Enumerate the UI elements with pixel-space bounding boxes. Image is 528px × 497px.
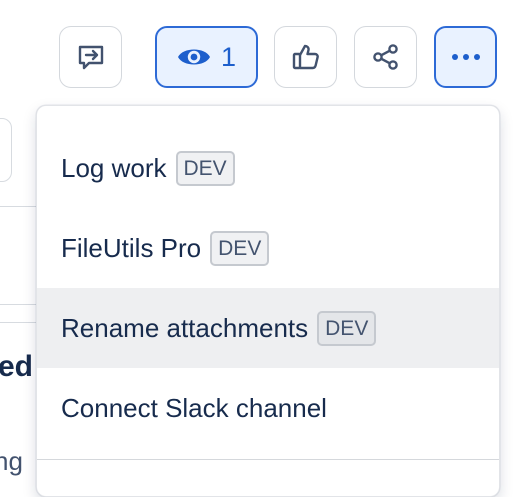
background-panel-edge bbox=[0, 118, 12, 182]
menu-item-label: Log work bbox=[61, 153, 167, 183]
watchers-button[interactable]: 1 bbox=[155, 26, 258, 88]
menu-item-connect-slack-channel[interactable]: Connect Slack channel bbox=[37, 368, 499, 448]
menu-item-fileutils-pro[interactable]: FileUtils Pro DEV bbox=[37, 208, 499, 288]
give-feedback-button[interactable] bbox=[59, 26, 122, 88]
dev-badge: DEV bbox=[210, 230, 270, 266]
thumbs-up-icon bbox=[290, 41, 322, 73]
eye-icon bbox=[177, 45, 211, 69]
more-actions-button[interactable] bbox=[434, 26, 497, 88]
feedback-icon bbox=[76, 42, 106, 72]
menu-divider bbox=[37, 459, 499, 460]
menu-item-label: Connect Slack channel bbox=[61, 393, 327, 423]
dev-badge: DEV bbox=[317, 310, 377, 346]
dev-badge: DEV bbox=[175, 150, 235, 186]
share-button[interactable] bbox=[354, 26, 417, 88]
background-text-fragment: ng bbox=[0, 446, 23, 476]
background-divider bbox=[0, 304, 40, 305]
watchers-count: 1 bbox=[220, 41, 237, 72]
menu-item-label: Rename attachments bbox=[61, 313, 309, 343]
menu-item-label: FileUtils Pro bbox=[61, 233, 202, 263]
background-divider bbox=[0, 322, 40, 323]
background-divider bbox=[0, 206, 40, 207]
menu-item-log-work[interactable]: Log work DEV bbox=[37, 128, 499, 208]
vote-button[interactable] bbox=[274, 26, 337, 88]
more-actions-menu: Log work DEV FileUtils Pro DEV Rename at… bbox=[36, 105, 500, 497]
menu-item-rename-attachments[interactable]: Rename attachments DEV bbox=[37, 288, 499, 368]
share-icon bbox=[371, 42, 401, 72]
more-icon bbox=[449, 52, 483, 62]
